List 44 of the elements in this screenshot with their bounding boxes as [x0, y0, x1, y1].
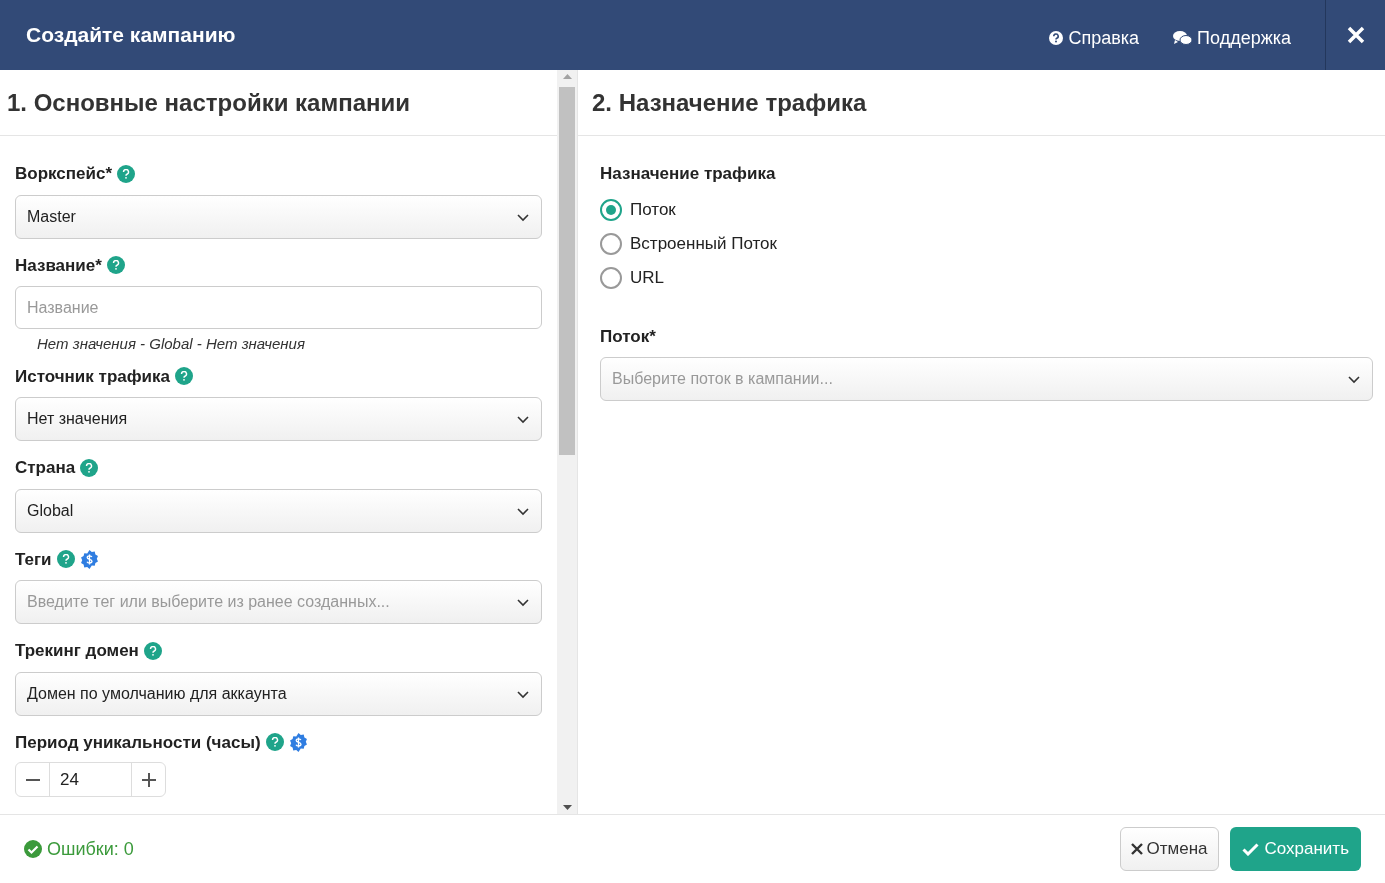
close-icon — [1130, 843, 1143, 855]
name-input-field[interactable]: Название — [15, 286, 542, 329]
help-icon[interactable] — [175, 367, 193, 386]
radio-option[interactable]: URL — [600, 260, 1373, 295]
field-label: Воркспейс* — [15, 163, 113, 185]
radio-button[interactable] — [600, 198, 622, 221]
radio-option[interactable]: Встроенный Поток — [600, 226, 1373, 261]
help-icon[interactable] — [80, 458, 99, 477]
select-field[interactable]: Master — [15, 194, 542, 239]
field-label: Поток* — [600, 325, 657, 348]
field-label: Теги — [15, 548, 52, 571]
radio-option[interactable]: Поток — [600, 192, 1373, 227]
field-label: Источник трафика — [15, 365, 170, 388]
radio-button[interactable] — [600, 232, 622, 255]
select-field[interactable]: Global — [15, 488, 542, 533]
section-title: 1. Основные настройки кампании — [7, 87, 411, 118]
help-icon[interactable] — [265, 733, 284, 752]
dialog-title: Создайте кампанию — [25, 22, 237, 49]
help-link[interactable]: Справка — [1048, 24, 1140, 52]
close-icon — [1346, 26, 1365, 44]
select-field[interactable]: Домен по умолчанию для аккаунта — [15, 671, 542, 716]
checkmark-icon — [1241, 842, 1259, 856]
group-label: Назначение трафика — [600, 163, 777, 185]
support-link[interactable]: Поддержка — [1173, 24, 1291, 52]
scroll-up-icon[interactable] — [562, 74, 572, 79]
field-label: Трекинг домен — [15, 640, 139, 662]
help-icon — [1048, 30, 1065, 46]
errors-status: Ошибки: 0 — [24, 835, 1120, 863]
field-label: Название* — [15, 254, 102, 277]
scroll-down-icon[interactable] — [562, 805, 572, 810]
cancel-button[interactable]: Отмена — [1119, 827, 1219, 871]
scrollbar[interactable] — [557, 70, 577, 814]
help-icon[interactable] — [106, 256, 125, 275]
field-label: Страна — [15, 457, 76, 479]
select-field[interactable]: Нет значения — [15, 397, 542, 441]
radio-button[interactable] — [600, 266, 622, 289]
help-icon[interactable] — [56, 550, 75, 569]
section-title: 2. Назначение трафика — [592, 87, 867, 118]
help-icon[interactable] — [143, 641, 162, 660]
field-label: Период уникальности (часы) — [15, 731, 261, 754]
chat-icon — [1173, 30, 1194, 46]
check-circle-icon — [24, 840, 42, 858]
help-icon[interactable] — [117, 164, 136, 183]
field-hint: Нет значения - Global - Нет значения — [37, 334, 306, 354]
